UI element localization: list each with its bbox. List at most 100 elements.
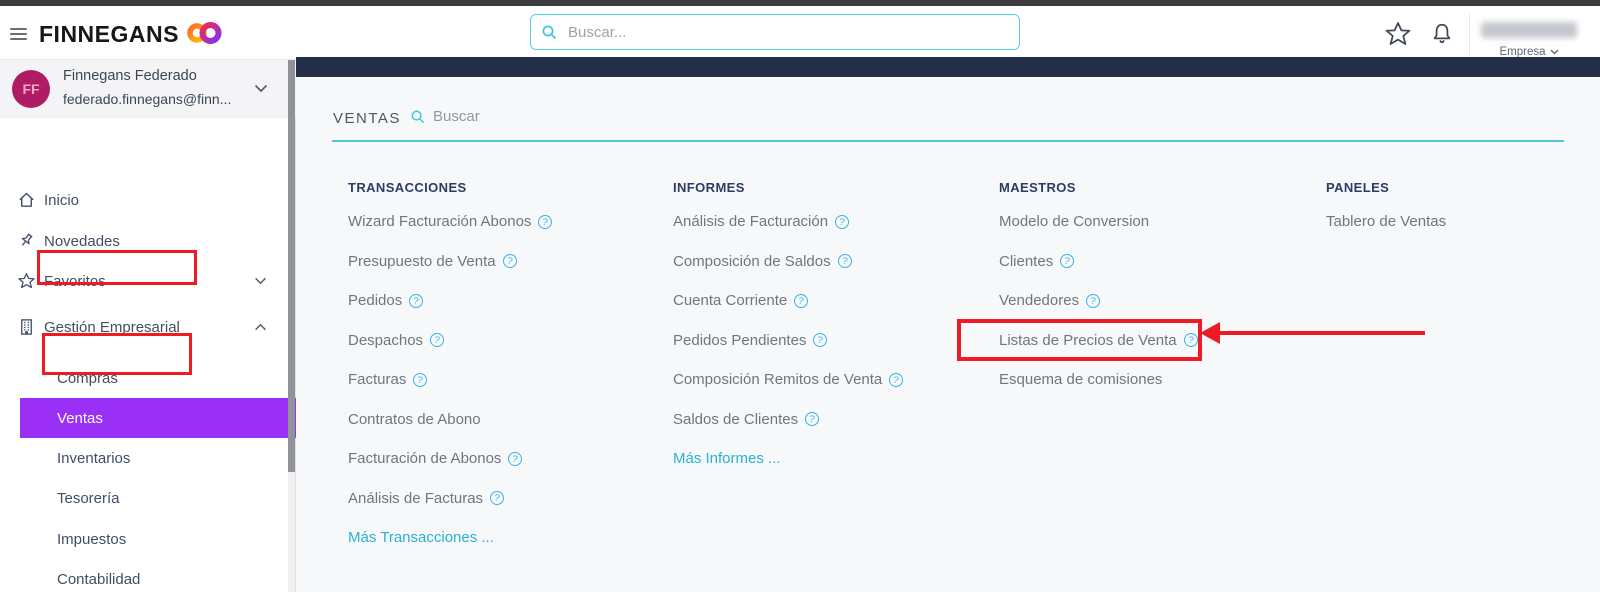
menu-item-despachos[interactable]: Despachos? <box>348 321 552 361</box>
menu-item-cuenta-corriente[interactable]: Cuenta Corriente? <box>673 281 903 321</box>
user-name: Finnegans Federado <box>63 68 197 84</box>
help-icon[interactable]: ? <box>887 371 905 389</box>
help-icon[interactable]: ? <box>428 331 446 349</box>
search-icon <box>541 24 558 41</box>
help-icon[interactable]: ? <box>407 292 425 310</box>
menu-item-contratos-de-abono[interactable]: Contratos de Abono <box>348 400 552 440</box>
user-email: federado.finnegans@finn... <box>63 91 232 107</box>
finnegans-logo: FINNEGANS <box>39 17 222 51</box>
menu-item-label: Análisis de Facturación <box>673 213 829 231</box>
menu-item-label: Más Informes ... <box>673 450 781 468</box>
company-name-redacted <box>1481 22 1577 38</box>
menu-item-listas-de-precios-de-venta[interactable]: Listas de Precios de Venta? <box>999 321 1199 361</box>
favorites-star-icon[interactable] <box>1384 20 1412 53</box>
menu-item-an-lisis-de-facturaci-n[interactable]: Análisis de Facturación? <box>673 202 903 242</box>
sidebar-item-favoritos[interactable]: Favoritos <box>0 263 288 299</box>
menu-item-composici-n-de-saldos[interactable]: Composición de Saldos? <box>673 242 903 282</box>
notifications-bell-icon[interactable] <box>1429 21 1455 52</box>
menu-item-label: Wizard Facturación Abonos <box>348 213 532 231</box>
help-icon[interactable]: ? <box>507 450 524 468</box>
sidebar-subitem-ventas[interactable]: Ventas <box>20 398 296 438</box>
help-icon[interactable]: ? <box>836 252 853 270</box>
sidebar-subitem-label: Inventarios <box>57 449 131 467</box>
logo-text: FINNEGANS <box>39 20 179 47</box>
help-icon[interactable]: ? <box>803 410 821 428</box>
menu-column-transacciones: TRANSACCIONES Wizard Facturación Abonos? P… <box>348 180 554 558</box>
finnegans-logo-icon <box>186 20 222 51</box>
chevron-down-icon[interactable] <box>254 277 267 285</box>
help-icon[interactable]: ? <box>412 371 429 389</box>
app-root: FINNEGANS Buscar... Empresa FF Finnegans… <box>0 0 1600 592</box>
user-account-block[interactable]: FF Finnegans Federado federado.finnegans… <box>0 60 296 118</box>
title-underline <box>332 140 1564 142</box>
help-icon[interactable]: ? <box>1182 331 1199 349</box>
building-icon <box>17 318 36 337</box>
menu-item-facturas[interactable]: Facturas? <box>348 360 552 400</box>
sidebar-item-gesti-n-empresarial[interactable]: Gestión Empresarial <box>0 309 288 345</box>
help-icon[interactable]: ? <box>833 213 851 231</box>
sidebar-scrollbar-thumb[interactable] <box>288 60 295 472</box>
column-header: MAESTROS <box>999 180 1076 195</box>
menu-link-m-s-informes[interactable]: Más Informes ... <box>673 439 903 479</box>
menu-item-label: Composición de Saldos <box>673 252 831 270</box>
menu-item-esquema-de-comisiones[interactable]: Esquema de comisiones <box>999 360 1198 400</box>
sidebar-subitem-inventarios[interactable]: Inventarios <box>20 438 296 478</box>
help-icon[interactable]: ? <box>488 489 506 507</box>
menu-item-label: Listas de Precios de Venta <box>999 331 1177 349</box>
menu-item-pedidos[interactable]: Pedidos? <box>348 281 552 321</box>
help-icon[interactable]: ? <box>1084 292 1102 310</box>
menu-icon[interactable] <box>10 28 27 41</box>
menu-item-label: Facturas <box>348 371 407 389</box>
avatar: FF <box>12 70 50 108</box>
help-icon[interactable]: ? <box>1058 252 1076 270</box>
menu-item-label: Pedidos <box>348 292 403 310</box>
sidebar-subitem-label: Impuestos <box>57 530 127 548</box>
menu-item-label: Despachos <box>348 331 424 349</box>
help-icon[interactable]: ? <box>792 292 810 310</box>
sidebar-subitem-contabilidad[interactable]: Contabilidad <box>20 559 296 592</box>
module-search-label: Buscar <box>433 108 480 125</box>
menu-item-label: Esquema de comisiones <box>999 371 1163 389</box>
help-icon[interactable]: ? <box>812 331 829 349</box>
menu-item-label: Saldos de Clientes <box>673 410 799 428</box>
sidebar-subitem-label: Compras <box>57 369 118 387</box>
module-search[interactable]: Buscar <box>410 108 480 125</box>
chevron-up-icon[interactable] <box>254 323 267 331</box>
menu-column-paneles: PANELES Tablero de Ventas <box>1326 180 1446 242</box>
sidebar-subitem-label: Ventas <box>57 409 103 427</box>
menu-item-an-lisis-de-facturas[interactable]: Análisis de Facturas? <box>348 479 552 519</box>
menu-item-tablero-de-ventas[interactable]: Tablero de Ventas <box>1326 202 1446 242</box>
menu-item-saldos-de-clientes[interactable]: Saldos de Clientes? <box>673 400 903 440</box>
menu-item-label: Vendedores <box>999 292 1080 310</box>
menu-item-label: Presupuesto de Venta <box>348 252 496 270</box>
menu-item-vendedores[interactable]: Vendedores? <box>999 281 1198 321</box>
help-icon[interactable]: ? <box>537 213 554 231</box>
menu-item-modelo-de-conversion[interactable]: Modelo de Conversion <box>999 202 1198 242</box>
column-header: INFORMES <box>673 180 745 195</box>
menu-item-composici-n-remitos-de-venta[interactable]: Composición Remitos de Venta? <box>673 360 905 400</box>
pin-icon <box>17 232 36 251</box>
sidebar-subitem-impuestos[interactable]: Impuestos <box>20 519 296 559</box>
sidebar-subitem-label: Contabilidad <box>57 570 141 588</box>
sidebar-item-label: Inicio <box>44 191 80 209</box>
menu-item-clientes[interactable]: Clientes? <box>999 242 1198 282</box>
menu-item-facturaci-n-de-abonos[interactable]: Facturación de Abonos? <box>348 439 552 479</box>
menu-item-label: Pedidos Pendientes <box>673 331 807 349</box>
menu-item-presupuesto-de-venta[interactable]: Presupuesto de Venta? <box>348 242 552 282</box>
chevron-down-icon[interactable] <box>254 80 268 98</box>
column-items: Modelo de Conversion Clientes? Vendedores?… <box>999 202 1199 400</box>
sidebar-item-novedades[interactable]: Novedades <box>0 223 288 259</box>
help-icon[interactable]: ? <box>501 252 518 270</box>
menu-item-wizard-facturaci-n-abonos[interactable]: Wizard Facturación Abonos? <box>348 202 554 242</box>
search-input[interactable] <box>566 22 1009 42</box>
menu-column-informes: INFORMES Análisis de Facturación? Composic… <box>673 180 905 479</box>
sidebar-subitem-tesorer-a[interactable]: Tesorería <box>20 478 296 518</box>
menu-link-m-s-transacciones[interactable]: Más Transacciones ... <box>348 518 552 558</box>
sidebar-item-inicio[interactable]: Inicio <box>0 182 288 218</box>
menu-item-label: Tablero de Ventas <box>1326 213 1447 231</box>
menu-column-maestros: MAESTROS Modelo de Conversion Clientes? Ven… <box>999 180 1199 400</box>
company-selector[interactable]: Empresa <box>1470 12 1600 60</box>
menu-item-label: Cuenta Corriente <box>673 292 788 310</box>
sidebar-subitem-compras[interactable]: Compras <box>20 358 296 398</box>
menu-item-pedidos-pendientes[interactable]: Pedidos Pendientes? <box>673 321 903 361</box>
